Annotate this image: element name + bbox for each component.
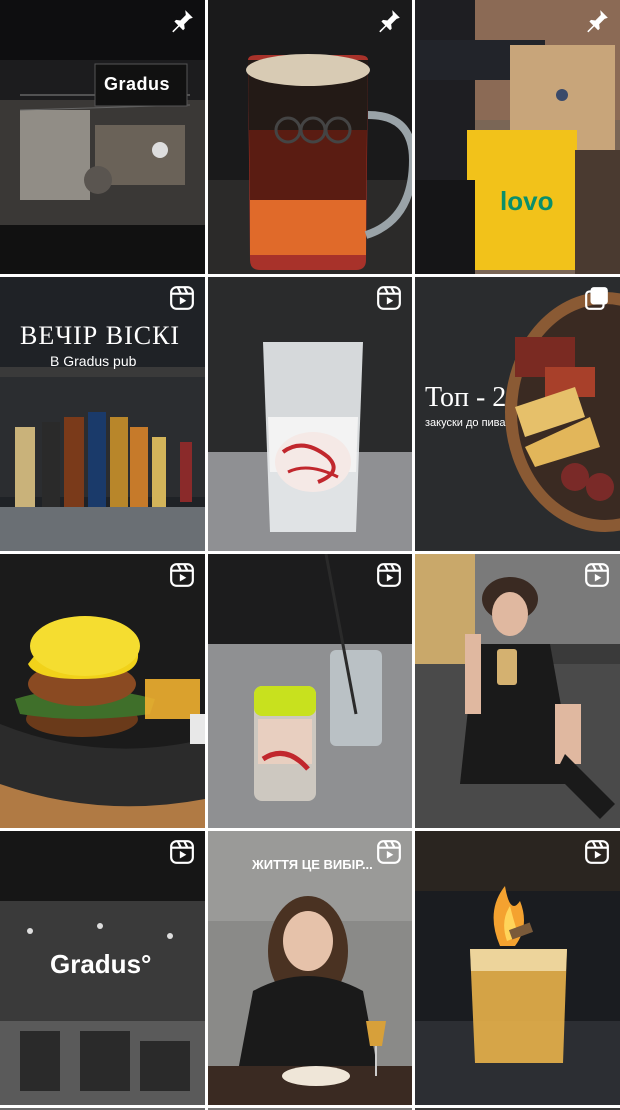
- reels-icon: [170, 286, 194, 310]
- overlay-caption: ЖИТТЯ ЦЕ ВИБІР...: [252, 857, 373, 872]
- reels-icon: [585, 840, 609, 864]
- post-thumbnail: [0, 554, 205, 828]
- post-tile[interactable]: [0, 554, 205, 828]
- post-tile[interactable]: Gradus°: [0, 831, 205, 1105]
- post-tile[interactable]: [208, 0, 412, 274]
- post-thumbnail: [0, 277, 205, 551]
- post-thumbnail: [208, 0, 412, 274]
- storefront-sign: Gradus: [104, 74, 171, 94]
- pin-icon: [379, 10, 400, 33]
- reels-icon: [377, 840, 401, 864]
- post-thumbnail: [208, 277, 412, 551]
- carousel-icon: [585, 287, 608, 310]
- reels-icon: [170, 563, 194, 587]
- overlay-subtitle: закуски до пива: [425, 417, 506, 429]
- post-tile[interactable]: ЖИТТЯ ЦЕ ВИБІР...: [208, 831, 412, 1105]
- post-tile[interactable]: Топ - 2 закуски до пива: [415, 277, 620, 551]
- post-tile[interactable]: [208, 277, 412, 551]
- pin-icon: [172, 10, 193, 33]
- delivery-bag-logo: lovo: [500, 186, 554, 216]
- post-thumbnail: [0, 0, 205, 274]
- post-tile[interactable]: [415, 831, 620, 1105]
- post-tile[interactable]: Gradus: [0, 0, 205, 274]
- overlay-title: Топ - 2: [425, 382, 507, 413]
- reels-icon: [377, 286, 401, 310]
- post-thumbnail: [415, 277, 620, 551]
- profile-posts-grid: Gradus lovo ВЕЧІР ВІСКІ В Gradus pub Топ…: [0, 0, 620, 1110]
- post-thumbnail: [415, 554, 620, 828]
- wall-logo: Gradus°: [50, 949, 152, 979]
- post-tile[interactable]: lovo: [415, 0, 620, 274]
- post-thumbnail: [415, 0, 620, 274]
- overlay-subtitle: В Gradus pub: [50, 353, 137, 369]
- pin-icon: [587, 10, 608, 33]
- post-tile[interactable]: [208, 554, 412, 828]
- post-thumbnail: [208, 831, 412, 1105]
- post-thumbnail: [208, 554, 412, 828]
- overlay-title: ВЕЧІР ВІСКІ: [20, 321, 181, 350]
- post-tile[interactable]: ВЕЧІР ВІСКІ В Gradus pub: [0, 277, 205, 551]
- reels-icon: [170, 840, 194, 864]
- reels-icon: [377, 563, 401, 587]
- post-thumbnail: [415, 831, 620, 1105]
- post-tile[interactable]: [415, 554, 620, 828]
- reels-icon: [585, 563, 609, 587]
